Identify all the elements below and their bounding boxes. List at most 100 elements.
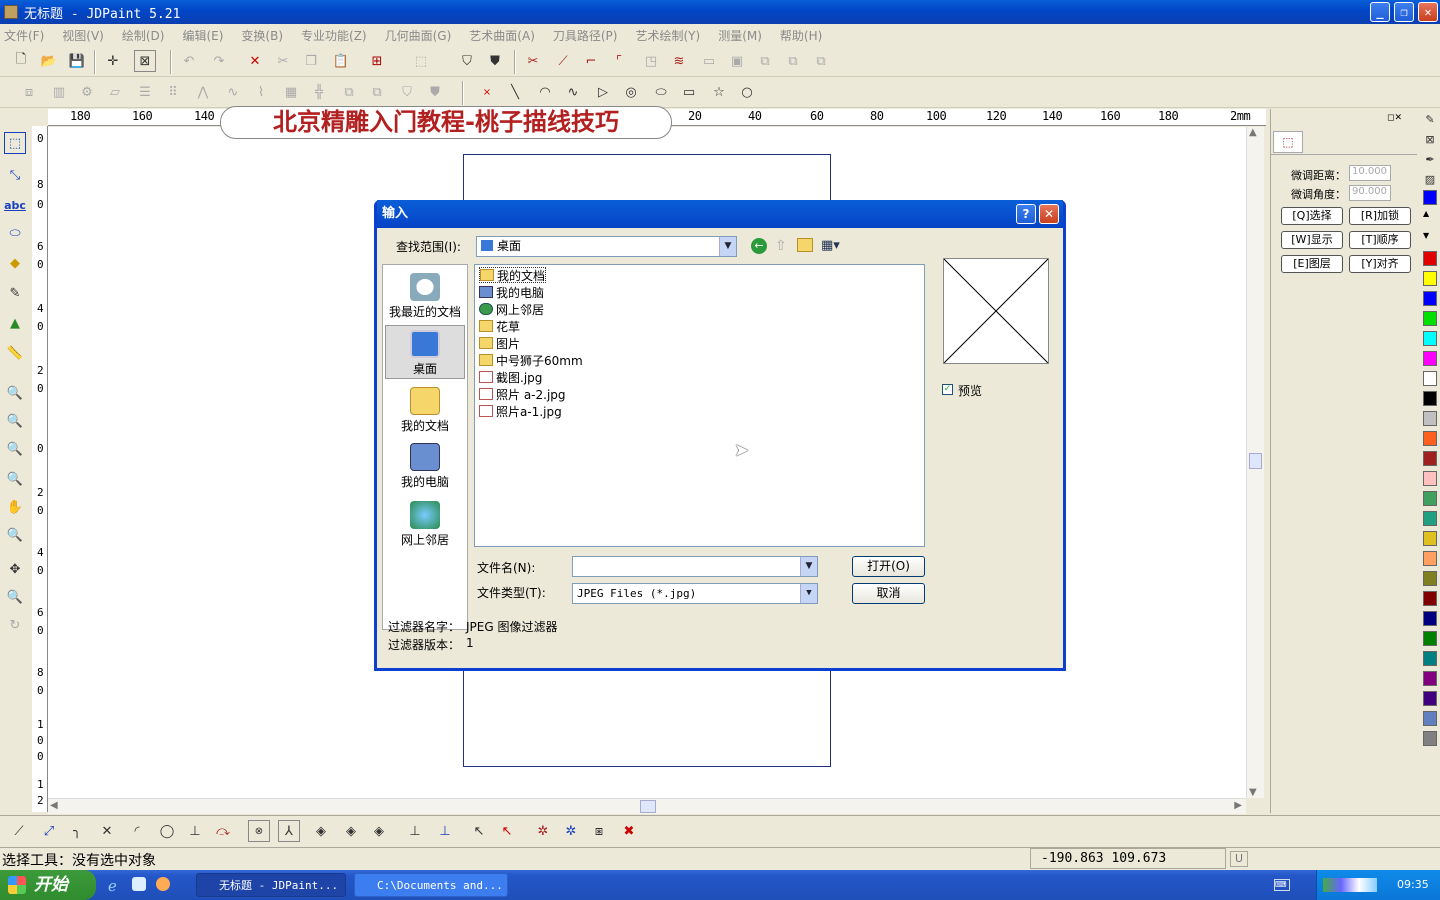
pan-hand-icon[interactable]: ✋ (4, 496, 26, 518)
color-swatch[interactable] (1423, 651, 1437, 666)
menu-draw[interactable]: 绘制(D) (122, 27, 165, 44)
no-fill-icon[interactable]: ⊠ (1420, 129, 1440, 149)
menu-help[interactable]: 帮助(H) (780, 27, 822, 44)
color-swatch[interactable] (1423, 391, 1437, 406)
preview-checkbox[interactable]: ✓ (942, 384, 953, 395)
menu-file[interactable]: 文件(F) (4, 27, 44, 44)
file-item[interactable]: 网上邻居 (479, 301, 544, 317)
menu-art-draw[interactable]: 艺术绘制(Y) (635, 27, 700, 44)
color-swatch[interactable] (1423, 371, 1437, 386)
view-3d-icon[interactable]: ⬚ (410, 50, 432, 72)
rotate-icon[interactable]: ↻ (4, 614, 26, 636)
file-item[interactable]: 照片a-1.jpg (479, 403, 562, 419)
panel-restore-icon[interactable]: ◻✕ (1387, 113, 1402, 123)
close-button[interactable]: ✕ (1418, 2, 1438, 22)
fill-icon[interactable]: ▲ (4, 312, 26, 334)
dialog-close-button[interactable]: ✕ (1039, 204, 1059, 224)
snap-quad3-icon[interactable]: ◈ (368, 820, 390, 842)
file-item[interactable]: 花草 (479, 318, 520, 334)
file-item[interactable]: 中号狮子60mm (479, 352, 583, 368)
array-icon[interactable]: ⧉ (810, 50, 832, 72)
snap-arrow-icon[interactable]: ↖ (468, 820, 490, 842)
zoom-icon[interactable]: 🔍 (4, 586, 26, 608)
round-icon[interactable]: ○ (736, 81, 758, 103)
color-swatch[interactable] (1423, 471, 1437, 486)
gear-icon[interactable]: ⚙ (76, 81, 98, 103)
node-icon[interactable]: ⋀ (192, 81, 214, 103)
snap-axis-icon[interactable]: ⅄ (278, 820, 300, 842)
snap-clear-icon[interactable]: ✖ (618, 820, 640, 842)
snap-intersect-icon[interactable]: ✕ (96, 820, 118, 842)
menu-pro[interactable]: 专业功能(Z) (301, 27, 367, 44)
scroll-thumb[interactable] (640, 800, 656, 813)
select-props-icon[interactable]: ⬚ (1273, 131, 1303, 153)
snap-mid-icon[interactable]: ⤢ (38, 820, 60, 842)
polygon-icon[interactable]: ▷ (592, 81, 614, 103)
save-icon[interactable]: 💾 (66, 50, 88, 72)
chevron-down-icon[interactable]: ▼ (800, 584, 817, 603)
help-button[interactable]: ? (1016, 204, 1036, 224)
extend-icon[interactable]: ⟋ (552, 50, 574, 72)
delete-icon[interactable]: ✕ (244, 50, 266, 72)
snap-node2-icon[interactable]: ✲ (560, 820, 582, 842)
color-swatch[interactable] (1423, 251, 1437, 266)
diamond-icon[interactable]: ◆ (4, 252, 26, 274)
snap-arrow-x-icon[interactable]: ↖ (496, 820, 518, 842)
align-icon[interactable]: ⧈ (18, 81, 40, 103)
horizontal-scrollbar[interactable]: ◀ ▶ (48, 798, 1246, 814)
grid-icon[interactable]: ⊞ (366, 50, 388, 72)
point-icon[interactable]: × (476, 81, 498, 103)
open-file-icon[interactable]: 📂 (38, 50, 60, 72)
bar-icon[interactable]: ▥ (48, 81, 70, 103)
redo-icon[interactable]: ↷ (208, 50, 230, 72)
line-icon[interactable]: ╲ (504, 81, 526, 103)
desktop-icon[interactable] (132, 877, 146, 891)
ungroup-icon[interactable]: ⧉ (782, 50, 804, 72)
snap-point-icon[interactable]: ⊗ (248, 820, 270, 842)
star-icon[interactable]: ☆ (708, 81, 730, 103)
palette-up-icon[interactable]: ▲ (1423, 209, 1429, 218)
media-icon[interactable] (156, 877, 170, 891)
zoom-prev-icon[interactable]: 🔍 (4, 468, 26, 490)
select-mode-icon[interactable]: ⊠ (134, 50, 156, 72)
shield-right-icon[interactable]: ⛊ (484, 50, 506, 72)
select-button[interactable]: [Q]选择 (1281, 207, 1343, 225)
slant-icon[interactable]: ▱ (104, 81, 126, 103)
tray-icons[interactable] (1323, 878, 1377, 892)
ie-icon[interactable]: ℯ (108, 877, 124, 895)
color-swatch[interactable] (1423, 731, 1437, 746)
color-swatch[interactable] (1423, 311, 1437, 326)
color-swatch[interactable] (1423, 451, 1437, 466)
fine-angle-input[interactable]: 90.000 (1349, 185, 1391, 201)
place-network[interactable]: 网上邻居 (385, 497, 465, 551)
place-recent[interactable]: 我最近的文档 (385, 269, 465, 323)
color-swatch[interactable] (1423, 631, 1437, 646)
color-swatch[interactable] (1423, 691, 1437, 706)
open-button[interactable]: 打开(O) (852, 556, 925, 577)
file-item[interactable]: 截图.jpg (479, 369, 542, 385)
filename-input[interactable]: ▼ (572, 556, 818, 577)
palette-down-icon[interactable]: ▼ (1423, 231, 1429, 240)
move-icon[interactable]: ✥ (4, 558, 26, 580)
zoom-in-icon[interactable]: 🔍 (4, 410, 26, 432)
arc-icon[interactable]: ◠ (534, 81, 556, 103)
file-item[interactable]: 我的电脑 (479, 284, 544, 300)
align-button[interactable]: [Y]对齐 (1349, 255, 1411, 273)
snap-perp-icon[interactable]: ⊥ (184, 820, 206, 842)
shield-a-icon[interactable]: ⛉ (396, 81, 418, 103)
lookin-combo[interactable]: 桌面 ▼ (476, 236, 737, 257)
combine-icon[interactable]: ⧉ (366, 81, 388, 103)
color-swatch[interactable] (1423, 591, 1437, 606)
new-file-icon[interactable]: 🗋 (10, 50, 32, 72)
circle-icon[interactable]: ◎ (620, 81, 642, 103)
trim-icon[interactable]: ✂ (522, 50, 544, 72)
place-desktop[interactable]: 桌面 (385, 325, 465, 379)
minimize-button[interactable]: _ (1370, 2, 1390, 22)
snap-base-icon[interactable]: ⊥ (404, 820, 426, 842)
menu-geom-surface[interactable]: 几何曲面(G) (385, 27, 452, 44)
layer-button[interactable]: [E]图层 (1281, 255, 1343, 273)
color-swatch[interactable] (1423, 411, 1437, 426)
curve-edit-icon[interactable]: ≋ (668, 50, 690, 72)
menu-toolpath[interactable]: 刀具路径(P) (553, 27, 618, 44)
menu-transform[interactable]: 变换(B) (241, 27, 283, 44)
